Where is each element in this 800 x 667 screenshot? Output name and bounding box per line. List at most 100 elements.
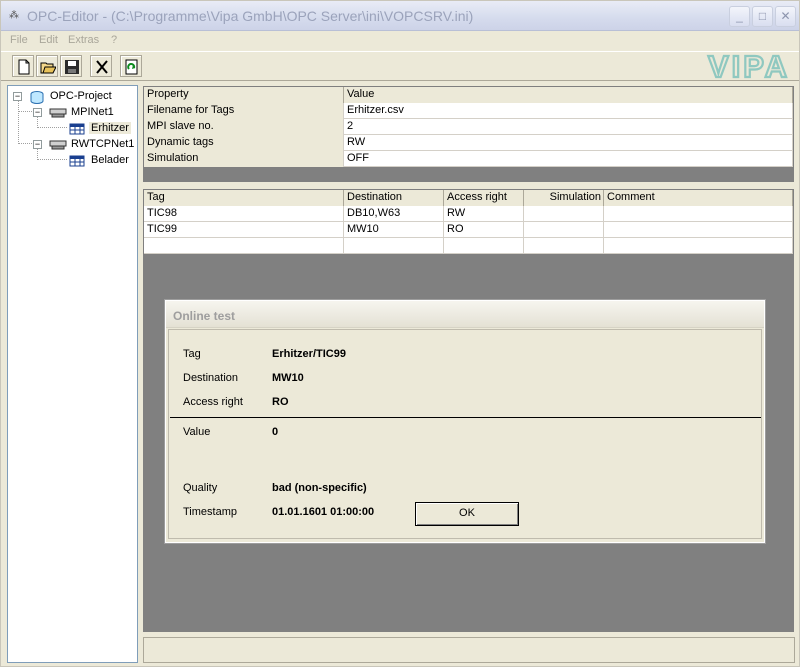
svg-text:VIPA: VIPA bbox=[708, 53, 790, 81]
open-folder-icon bbox=[40, 62, 56, 74]
network-icon bbox=[49, 140, 67, 150]
table-row[interactable]: TIC98 DB10,W63 RW bbox=[144, 206, 793, 222]
tags-grid[interactable]: Tag Destination Access right Simulation … bbox=[143, 189, 794, 255]
tree-label-root: OPC-Project bbox=[50, 90, 112, 102]
table-icon bbox=[69, 123, 85, 135]
quality-label: Quality bbox=[183, 482, 218, 494]
tag-value: Erhitzer/TIC99 bbox=[272, 348, 346, 360]
access-right-cell[interactable]: RO bbox=[444, 222, 524, 238]
tree-node-belader[interactable]: Belader bbox=[13, 153, 133, 169]
tree-label-erhitzer: Erhitzer bbox=[89, 122, 131, 134]
refresh-button[interactable] bbox=[120, 55, 142, 77]
tags-header: Tag Destination Access right Simulation … bbox=[144, 190, 793, 206]
destination-cell[interactable]: MW10 bbox=[344, 222, 444, 238]
title-bar[interactable]: ⁂ OPC-Editor - (C:\Programme\Vipa GmbH\O… bbox=[1, 1, 799, 31]
menu-bar: File Edit Extras ? bbox=[1, 31, 799, 50]
new-file-icon bbox=[18, 59, 30, 75]
menu-help[interactable]: ? bbox=[111, 34, 117, 46]
grid-empty-area bbox=[143, 168, 794, 182]
table-row[interactable]: MPI slave no. 2 bbox=[144, 119, 793, 135]
save-icon bbox=[65, 60, 79, 74]
tree-label-belader: Belader bbox=[91, 154, 129, 166]
property-value[interactable]: Erhitzer.csv bbox=[344, 103, 793, 119]
destination-cell[interactable] bbox=[344, 238, 444, 254]
comment-cell[interactable] bbox=[604, 206, 793, 222]
delete-button[interactable] bbox=[90, 55, 112, 77]
value-label: Value bbox=[183, 426, 211, 438]
column-header-property[interactable]: Property bbox=[144, 87, 344, 103]
comment-cell[interactable] bbox=[604, 238, 793, 254]
comment-cell[interactable] bbox=[604, 222, 793, 238]
tree-node-erhitzer[interactable]: Erhitzer bbox=[13, 121, 133, 137]
column-header-access-right[interactable]: Access right bbox=[444, 190, 524, 206]
vipa-logo: VIPA bbox=[707, 53, 790, 81]
timestamp-value: 01.01.1601 01:00:00 bbox=[272, 506, 375, 518]
simulation-cell[interactable] bbox=[524, 206, 604, 222]
new-button[interactable] bbox=[12, 55, 34, 77]
table-row[interactable]: Filename for Tags Erhitzer.csv bbox=[144, 103, 793, 119]
table-row[interactable]: TIC99 MW10 RO bbox=[144, 222, 793, 238]
property-value[interactable]: RW bbox=[344, 135, 793, 151]
tree-label-rwtcpnet1: RWTCPNet1 bbox=[71, 138, 135, 150]
tree-node-root[interactable]: − OPC-Project bbox=[13, 89, 133, 105]
table-icon bbox=[69, 155, 85, 167]
tag-cell[interactable]: TIC98 bbox=[144, 206, 344, 222]
app-window: ⁂ OPC-Editor - (C:\Programme\Vipa GmbH\O… bbox=[0, 0, 800, 667]
window-title: OPC-Editor - (C:\Programme\Vipa GmbH\OPC… bbox=[27, 8, 474, 24]
delete-icon bbox=[96, 60, 108, 74]
divider bbox=[170, 417, 761, 418]
tree-label-mpinet1: MPINet1 bbox=[71, 106, 114, 118]
toolbar bbox=[1, 51, 799, 81]
properties-grid[interactable]: Property Value Filename for Tags Erhitze… bbox=[143, 86, 794, 168]
simulation-cell[interactable] bbox=[524, 222, 604, 238]
property-value[interactable]: OFF bbox=[344, 151, 793, 167]
network-icon bbox=[49, 108, 67, 118]
ok-button[interactable]: OK bbox=[415, 502, 519, 526]
project-icon bbox=[30, 91, 44, 104]
property-name: Filename for Tags bbox=[144, 103, 344, 119]
collapse-icon[interactable]: − bbox=[13, 92, 22, 101]
collapse-icon[interactable]: − bbox=[33, 108, 42, 117]
column-header-destination[interactable]: Destination bbox=[344, 190, 444, 206]
minimize-button[interactable]: _ bbox=[729, 6, 750, 27]
collapse-icon[interactable]: − bbox=[33, 140, 42, 149]
maximize-button[interactable]: □ bbox=[752, 6, 773, 27]
tag-label: Tag bbox=[183, 348, 201, 360]
dialog-title[interactable]: Online test bbox=[166, 301, 764, 328]
tag-cell[interactable]: TIC99 bbox=[144, 222, 344, 238]
property-name: MPI slave no. bbox=[144, 119, 344, 135]
menu-edit[interactable]: Edit bbox=[39, 34, 58, 46]
column-header-comment[interactable]: Comment bbox=[604, 190, 793, 206]
column-header-tag[interactable]: Tag bbox=[144, 190, 344, 206]
table-row[interactable]: Dynamic tags RW bbox=[144, 135, 793, 151]
access-right-cell[interactable] bbox=[444, 238, 524, 254]
property-value[interactable]: 2 bbox=[344, 119, 793, 135]
project-tree[interactable]: − OPC-Project − MPINet1 Erhitzer − RWTCP… bbox=[7, 85, 138, 663]
timestamp-label: Timestamp bbox=[183, 506, 237, 518]
value-value: 0 bbox=[272, 426, 279, 438]
tree-node-mpinet1[interactable]: − MPINet1 bbox=[13, 105, 133, 121]
access-right-label: Access right bbox=[183, 396, 243, 408]
column-header-simulation[interactable]: Simulation bbox=[524, 190, 604, 206]
table-row-empty[interactable] bbox=[144, 238, 793, 254]
destination-value: MW10 bbox=[272, 372, 304, 384]
open-button[interactable] bbox=[36, 55, 58, 77]
tag-cell[interactable] bbox=[144, 238, 344, 254]
online-test-dialog: Online test Tag Erhitzer/TIC99 Destinati… bbox=[164, 299, 766, 544]
destination-label: Destination bbox=[183, 372, 239, 384]
app-icon: ⁂ bbox=[9, 10, 19, 21]
close-button[interactable]: ✕ bbox=[775, 6, 796, 27]
quality-value: bad (non-specific) bbox=[272, 482, 367, 494]
property-name: Simulation bbox=[144, 151, 344, 167]
access-right-cell[interactable]: RW bbox=[444, 206, 524, 222]
destination-cell[interactable]: DB10,W63 bbox=[344, 206, 444, 222]
dialog-body: Tag Erhitzer/TIC99 Destination MW10 Acce… bbox=[168, 329, 762, 539]
save-button[interactable] bbox=[60, 55, 82, 77]
menu-file[interactable]: File bbox=[10, 34, 28, 46]
tree-node-rwtcpnet1[interactable]: − RWTCPNet1 bbox=[13, 137, 139, 153]
column-header-value[interactable]: Value bbox=[344, 87, 793, 103]
menu-extras[interactable]: Extras bbox=[68, 34, 99, 46]
refresh-icon bbox=[125, 59, 138, 75]
table-row[interactable]: Simulation OFF bbox=[144, 151, 793, 167]
simulation-cell[interactable] bbox=[524, 238, 604, 254]
